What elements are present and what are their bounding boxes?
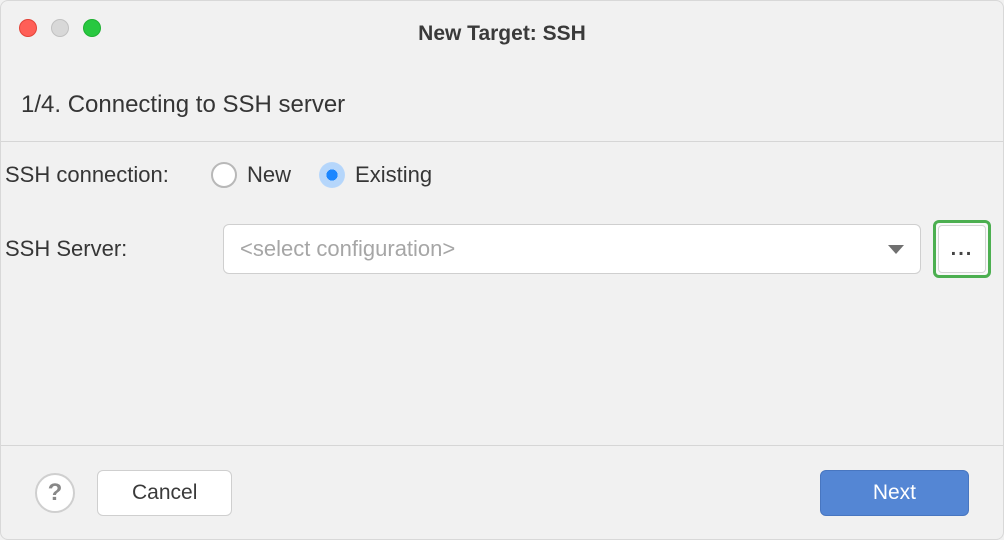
chevron-down-icon [888, 245, 904, 254]
cancel-button-label: Cancel [132, 481, 197, 505]
maximize-icon[interactable] [83, 19, 101, 37]
ssh-server-select[interactable]: <select configuration> [223, 224, 921, 274]
form-area: SSH connection: New Existing SSH Server:… [1, 142, 1003, 445]
browse-button[interactable]: ... [933, 220, 991, 278]
radio-new[interactable]: New [211, 162, 291, 188]
select-placeholder: <select configuration> [240, 236, 455, 262]
dialog-window: New Target: SSH 1/4. Connecting to SSH s… [0, 0, 1004, 540]
titlebar: New Target: SSH [1, 1, 1003, 51]
radio-icon [211, 162, 237, 188]
ssh-connection-row: SSH connection: New Existing [1, 162, 1003, 188]
traffic-lights [19, 19, 101, 37]
window-title: New Target: SSH [1, 6, 1003, 46]
minimize-icon[interactable] [51, 19, 69, 37]
radio-group: New Existing [211, 162, 432, 188]
ssh-connection-label: SSH connection: [1, 162, 211, 188]
ssh-server-label: SSH Server: [1, 236, 211, 262]
help-button[interactable]: ? [35, 473, 75, 513]
radio-existing-label: Existing [355, 162, 432, 188]
next-button[interactable]: Next [820, 470, 969, 516]
help-icon: ? [48, 479, 63, 507]
radio-selected-icon [319, 162, 345, 188]
next-button-label: Next [873, 481, 916, 505]
close-icon[interactable] [19, 19, 37, 37]
footer: ? Cancel Next [1, 445, 1003, 539]
radio-existing[interactable]: Existing [319, 162, 432, 188]
footer-left: ? Cancel [35, 470, 232, 516]
cancel-button[interactable]: Cancel [97, 470, 232, 516]
ellipsis-icon: ... [938, 225, 986, 273]
ssh-server-row: SSH Server: <select configuration> ... [1, 220, 1003, 278]
radio-new-label: New [247, 162, 291, 188]
step-heading: 1/4. Connecting to SSH server [1, 51, 1003, 141]
